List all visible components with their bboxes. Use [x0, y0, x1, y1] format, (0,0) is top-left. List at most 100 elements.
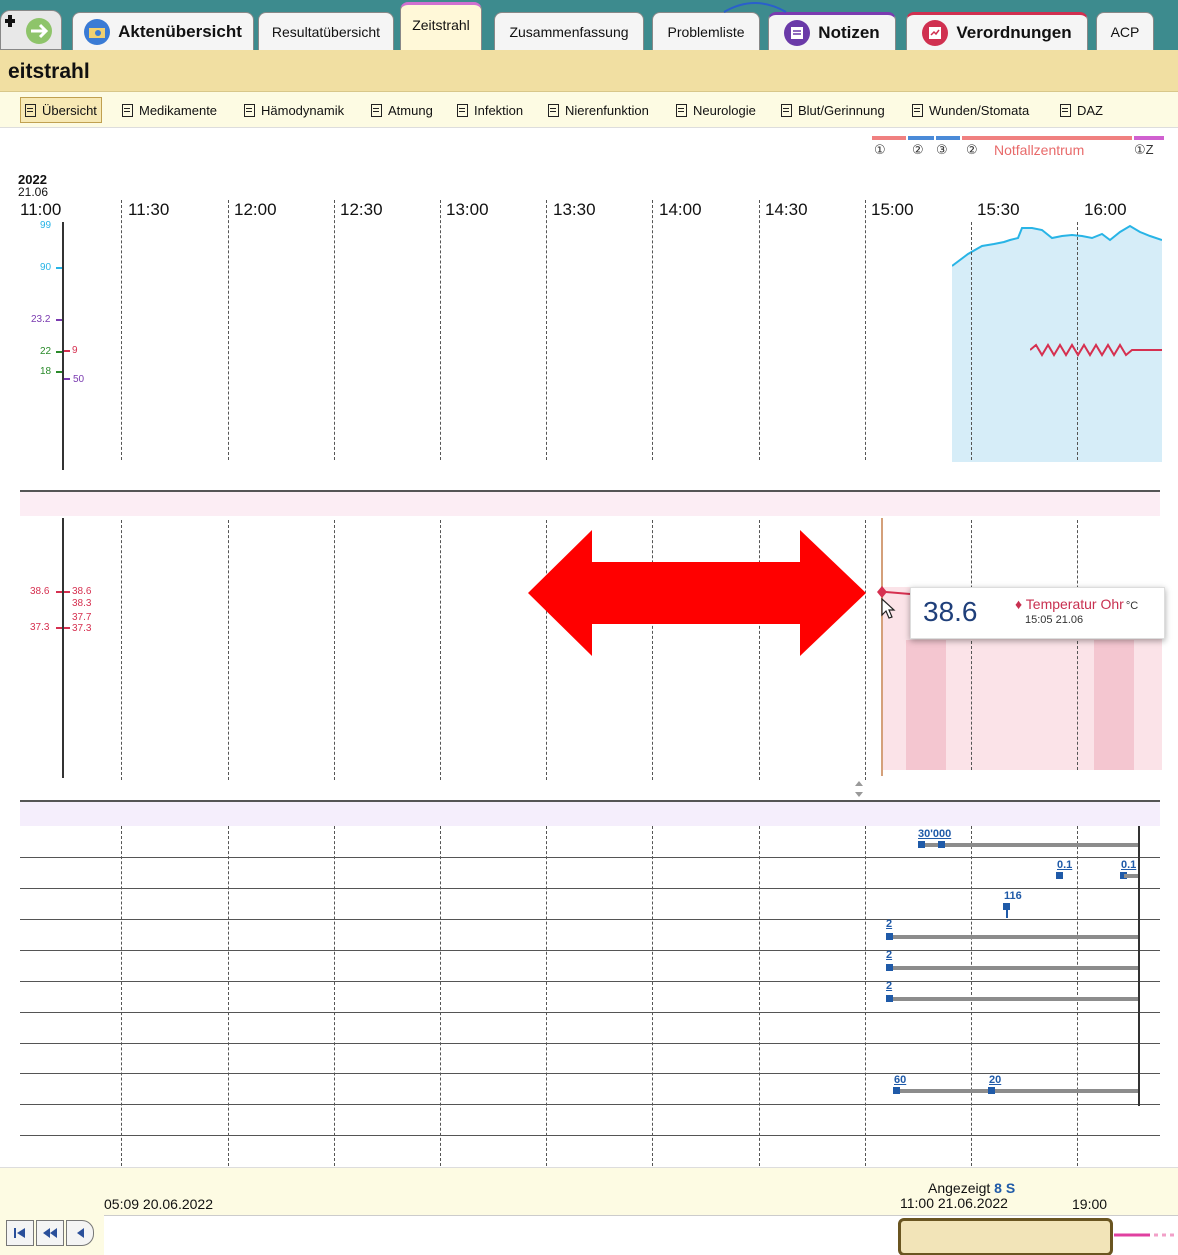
tab-acp[interactable]: ACP	[1096, 12, 1154, 50]
order-marker[interactable]	[938, 841, 945, 848]
order-bar[interactable]	[888, 935, 1138, 939]
temperature-axis	[62, 518, 64, 778]
grid-line	[1077, 222, 1078, 460]
order-marker[interactable]	[886, 964, 893, 971]
tab-label: Resultatübersicht	[271, 23, 381, 40]
fast-back-button[interactable]	[36, 1220, 64, 1246]
day-label: 21.06	[18, 185, 49, 199]
order-marker[interactable]	[886, 933, 893, 940]
subtab-blut-gerinnung[interactable]: Blut/Gerinnung	[781, 97, 885, 123]
axis-tick	[56, 267, 62, 269]
folder-icon	[84, 18, 111, 45]
order-label[interactable]: 0.1	[1121, 859, 1136, 871]
subtab-haemodynamik[interactable]: Hämodynamik	[244, 97, 344, 123]
order-label[interactable]: 2	[886, 918, 892, 930]
axis-label: 23.2	[31, 314, 51, 325]
location-bar	[872, 136, 906, 140]
tab-aktenuebersicht[interactable]: Aktenübersicht	[72, 12, 254, 50]
tab-verordnungen[interactable]: Verordnungen	[906, 12, 1088, 50]
tab-problemliste[interactable]: Problemliste	[652, 12, 760, 50]
order-label[interactable]: 2	[886, 980, 892, 992]
order-label[interactable]: 0.1	[1057, 859, 1072, 871]
tab-notizen[interactable]: Notizen	[768, 12, 896, 50]
subtab-infektion[interactable]: Infektion	[457, 97, 523, 123]
grid-line	[121, 826, 122, 1166]
subtab-nierenfunktion[interactable]: Nierenfunktion	[548, 97, 649, 123]
row-separator	[20, 1135, 1160, 1136]
subtab-atmung[interactable]: Atmung	[371, 97, 433, 123]
order-marker[interactable]	[886, 995, 893, 1002]
axis-tick	[64, 591, 70, 593]
axis-label: 38.3	[72, 598, 92, 609]
location-marker[interactable]: ③	[936, 142, 948, 158]
order-marker[interactable]	[918, 841, 925, 848]
tab-resultatuebersicht[interactable]: Resultatübersicht	[258, 12, 394, 50]
order-bar[interactable]	[922, 843, 1138, 847]
location-marker[interactable]: ①Z	[1134, 142, 1154, 158]
order-bar[interactable]	[1124, 874, 1138, 878]
time-tick: 12:30	[340, 200, 383, 219]
value-tooltip: 38.6 ♦ Temperatur Ohr °C 15:05 21.06	[910, 587, 1165, 639]
order-bar[interactable]	[888, 966, 1138, 970]
document-icon	[122, 103, 133, 117]
subtab-neurologie[interactable]: Neurologie	[676, 97, 756, 123]
subtab-medikamente[interactable]: Medikamente	[122, 97, 217, 123]
axis-label: 37.3	[72, 623, 92, 634]
order-label[interactable]: 116	[1004, 890, 1022, 902]
tab-label: Zeitstrahl	[412, 17, 470, 33]
navigation-arrows-icon	[5, 15, 52, 44]
order-marker[interactable]	[988, 1087, 995, 1094]
category-subtabs: Übersicht Medikamente Hämodynamik Atmung…	[0, 92, 1178, 128]
tab-label: Verordnungen	[956, 22, 1072, 42]
displayed-label: Angezeigt	[928, 1180, 991, 1196]
navigator-start-date: 05:09 20.06.2022	[104, 1196, 213, 1212]
subtab-label: Wunden/Stomata	[929, 102, 1030, 118]
location-label[interactable]: Notfallzentrum	[994, 142, 1084, 158]
order-label[interactable]: 30'000	[918, 828, 951, 840]
back-forward-button[interactable]	[0, 10, 62, 50]
order-bar[interactable]	[894, 1089, 1138, 1093]
axis-label: 50	[73, 374, 85, 385]
location-marker[interactable]: ②	[966, 142, 978, 158]
tab-label: Zusammenfassung	[509, 23, 629, 40]
panel-divider[interactable]	[20, 490, 1160, 516]
order-bar[interactable]	[888, 997, 1138, 1001]
tooltip-unit: °C	[1125, 600, 1139, 612]
order-label[interactable]: 60	[894, 1074, 906, 1086]
grid-line	[440, 520, 441, 780]
grid-line	[228, 826, 229, 1166]
location-bar	[936, 136, 960, 140]
axis-label: 37.3	[30, 622, 50, 633]
order-marker[interactable]	[1056, 872, 1063, 879]
row-separator	[20, 1012, 1160, 1013]
row-separator	[20, 888, 1160, 889]
grid-line	[546, 826, 547, 1166]
top-tab-bar: Aktenübersicht Resultatübersicht Zeitstr…	[0, 0, 1178, 50]
order-marker[interactable]	[893, 1087, 900, 1094]
subtab-wunden-stomata[interactable]: Wunden/Stomata	[912, 97, 1029, 123]
time-tick: 14:00	[659, 200, 702, 219]
red-double-arrow-icon	[528, 530, 866, 656]
subtab-label: DAZ	[1077, 102, 1103, 118]
axis-tick	[56, 591, 62, 593]
navigator-window[interactable]	[898, 1218, 1113, 1255]
order-label[interactable]: 2	[886, 949, 892, 961]
grid-line	[546, 200, 547, 460]
spo2-series	[952, 224, 1162, 462]
location-marker[interactable]: ②	[912, 142, 924, 158]
panel-divider[interactable]	[20, 800, 1160, 826]
tab-zusammenfassung[interactable]: Zusammenfassung	[494, 12, 644, 50]
document-icon	[244, 103, 255, 117]
subtab-uebersicht[interactable]: Übersicht	[20, 97, 102, 123]
order-label[interactable]: 20	[989, 1074, 1001, 1086]
tab-zeitstrahl[interactable]: Zeitstrahl	[400, 2, 482, 50]
subtab-daz[interactable]: DAZ	[1060, 97, 1103, 123]
time-tick: 15:30	[977, 200, 1020, 219]
page-title: eitstrahl	[8, 60, 90, 83]
time-tick: 13:30	[553, 200, 596, 219]
jump-start-button[interactable]	[6, 1220, 34, 1246]
resp-series	[1030, 343, 1162, 357]
resize-handle-icon[interactable]	[853, 780, 865, 798]
step-back-button[interactable]	[66, 1220, 94, 1246]
location-marker[interactable]: ①	[874, 142, 886, 158]
